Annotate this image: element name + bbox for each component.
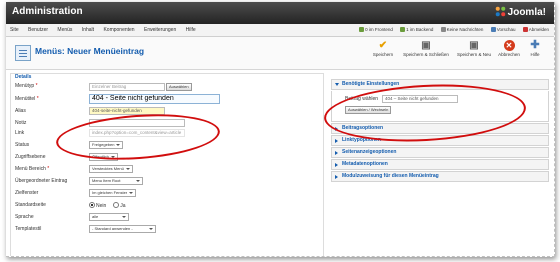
panel-seitenanzeigeoptionen[interactable]: Seitenanzeigeoptionen [331, 147, 549, 158]
menu-site[interactable]: Site [6, 24, 23, 33]
menu-benutzer[interactable]: Benutzer [24, 24, 52, 33]
template-label: Templatestil [15, 226, 42, 232]
cancel-button[interactable]: ✕ Abbrechen [494, 40, 524, 57]
help-label: Hilfe [530, 52, 540, 57]
admin-header: Administration Joomla! [6, 2, 554, 24]
menutitel-row: Menütitel * [15, 96, 89, 102]
preview-link[interactable]: Vorschau [488, 24, 519, 32]
menubereich-label: Menü Bereich * [15, 166, 50, 172]
sprache-label: Sprache [15, 214, 34, 220]
backend-status: 1 im Backend [397, 24, 436, 32]
users-icon [359, 27, 365, 32]
save-close-icon: ▣ [421, 40, 431, 51]
menu-menus[interactable]: Menüs [53, 24, 76, 33]
menutyp-select-button[interactable]: Auswählen [166, 83, 192, 91]
save-button[interactable]: ✔ Speichern [363, 40, 403, 57]
template-select[interactable]: - Standard anwenden - [89, 225, 156, 233]
frontend-status: 0 im Frontend [356, 24, 396, 32]
menu-hilfe[interactable]: Hilfe [182, 24, 200, 33]
monitor-icon [490, 27, 496, 32]
app-title: Administration [12, 6, 83, 17]
toolbar: Menüs: Neuer Menüeintrag ✔ Speichern ▣ S… [6, 37, 554, 70]
panel-metadatenoptionen[interactable]: Metadatenoptionen [331, 159, 549, 170]
standardseite-radios: Nein Ja [89, 202, 126, 209]
menutyp-row: Menütyp * [15, 83, 89, 89]
menutitel-input[interactable]: 404 - Seite nicht gefunden [89, 94, 220, 104]
notiz-label: Notiz [15, 120, 27, 126]
status-bar: 0 im Frontend 1 im Backend Keine Nachric… [356, 24, 552, 32]
users-icon [400, 27, 406, 32]
browser-screenshot: Administration Joomla! Site Benutzer Men… [6, 2, 555, 257]
standardseite-label: Standardseite [15, 202, 46, 208]
menu-erweiterungen[interactable]: Erweiterungen [140, 24, 180, 33]
menu-inhalt[interactable]: Inhalt [78, 24, 98, 33]
menubereich-row: Menü Bereich * [15, 166, 89, 172]
menutyp-field: Einzelner Beitrag [89, 83, 165, 91]
zugriff-label: Zugriffsebene [15, 154, 46, 160]
joomla-logo-icon [495, 6, 505, 17]
link-label: Link [15, 130, 25, 136]
menutitel-label: Menütitel * [15, 96, 39, 102]
radio-ja-dot[interactable] [113, 202, 120, 208]
menubereich-select[interactable]: Verstecktes Menü [89, 165, 133, 173]
save-close-label: Speichern & Schließen [403, 52, 449, 57]
status-label: Status [15, 142, 30, 148]
save-close-button[interactable]: ▣ Speichern & Schließen [402, 40, 450, 57]
zielfenster-select[interactable]: Im gleichen Fenster [89, 189, 137, 197]
radio-nein-dot[interactable] [89, 202, 95, 208]
radio-ja[interactable]: Ja [113, 202, 126, 209]
save-new-button[interactable]: ▣ Speichern & Neu [452, 40, 496, 57]
uebergeordnet-label: Übergeordneter Eintrag [15, 178, 68, 184]
menutyp-label: Menütyp * [15, 83, 38, 89]
logout-icon [522, 27, 528, 32]
joomla-logo[interactable]: Joomla! [495, 6, 546, 18]
envelope-icon [440, 27, 446, 32]
cancel-icon: ✕ [503, 40, 515, 51]
save-label: Speichern [372, 52, 394, 57]
save-new-label: Speichern & Neu [456, 52, 492, 57]
menu-komponenten[interactable]: Komponenten [99, 24, 138, 33]
save-new-icon: ▣ [469, 40, 479, 51]
logo-text: Joomla! [507, 7, 546, 18]
cancel-label: Abbrechen [498, 52, 520, 57]
alias-label: Alias [15, 108, 26, 114]
details-fieldset: Details Menütyp * Einzelner Beitrag Ausw… [10, 73, 324, 256]
sprache-select[interactable]: alle [89, 213, 130, 221]
zielfenster-label: Zielfenster [15, 190, 39, 196]
messages-status[interactable]: Keine Nachrichten [438, 24, 487, 32]
details-legend: Details [15, 74, 32, 80]
uebergeordnet-select[interactable]: Menu Item Root [89, 177, 144, 185]
help-button[interactable]: ✚ Hilfe [522, 39, 548, 58]
help-icon: ✚ [530, 39, 540, 51]
main-menu: Site Benutzer Menüs Inhalt Komponenten E… [6, 24, 554, 37]
checkmark-icon: ✔ [378, 40, 388, 51]
radio-nein[interactable]: Nein [89, 202, 106, 209]
menu-manager-icon [15, 45, 31, 61]
panel-modulzuweisung[interactable]: Modulzuweisung für diesen Menüeintrag [331, 171, 549, 182]
page-title: Menüs: Neuer Menüeintrag [35, 46, 145, 56]
logout-link[interactable]: Abmelden [520, 24, 552, 32]
